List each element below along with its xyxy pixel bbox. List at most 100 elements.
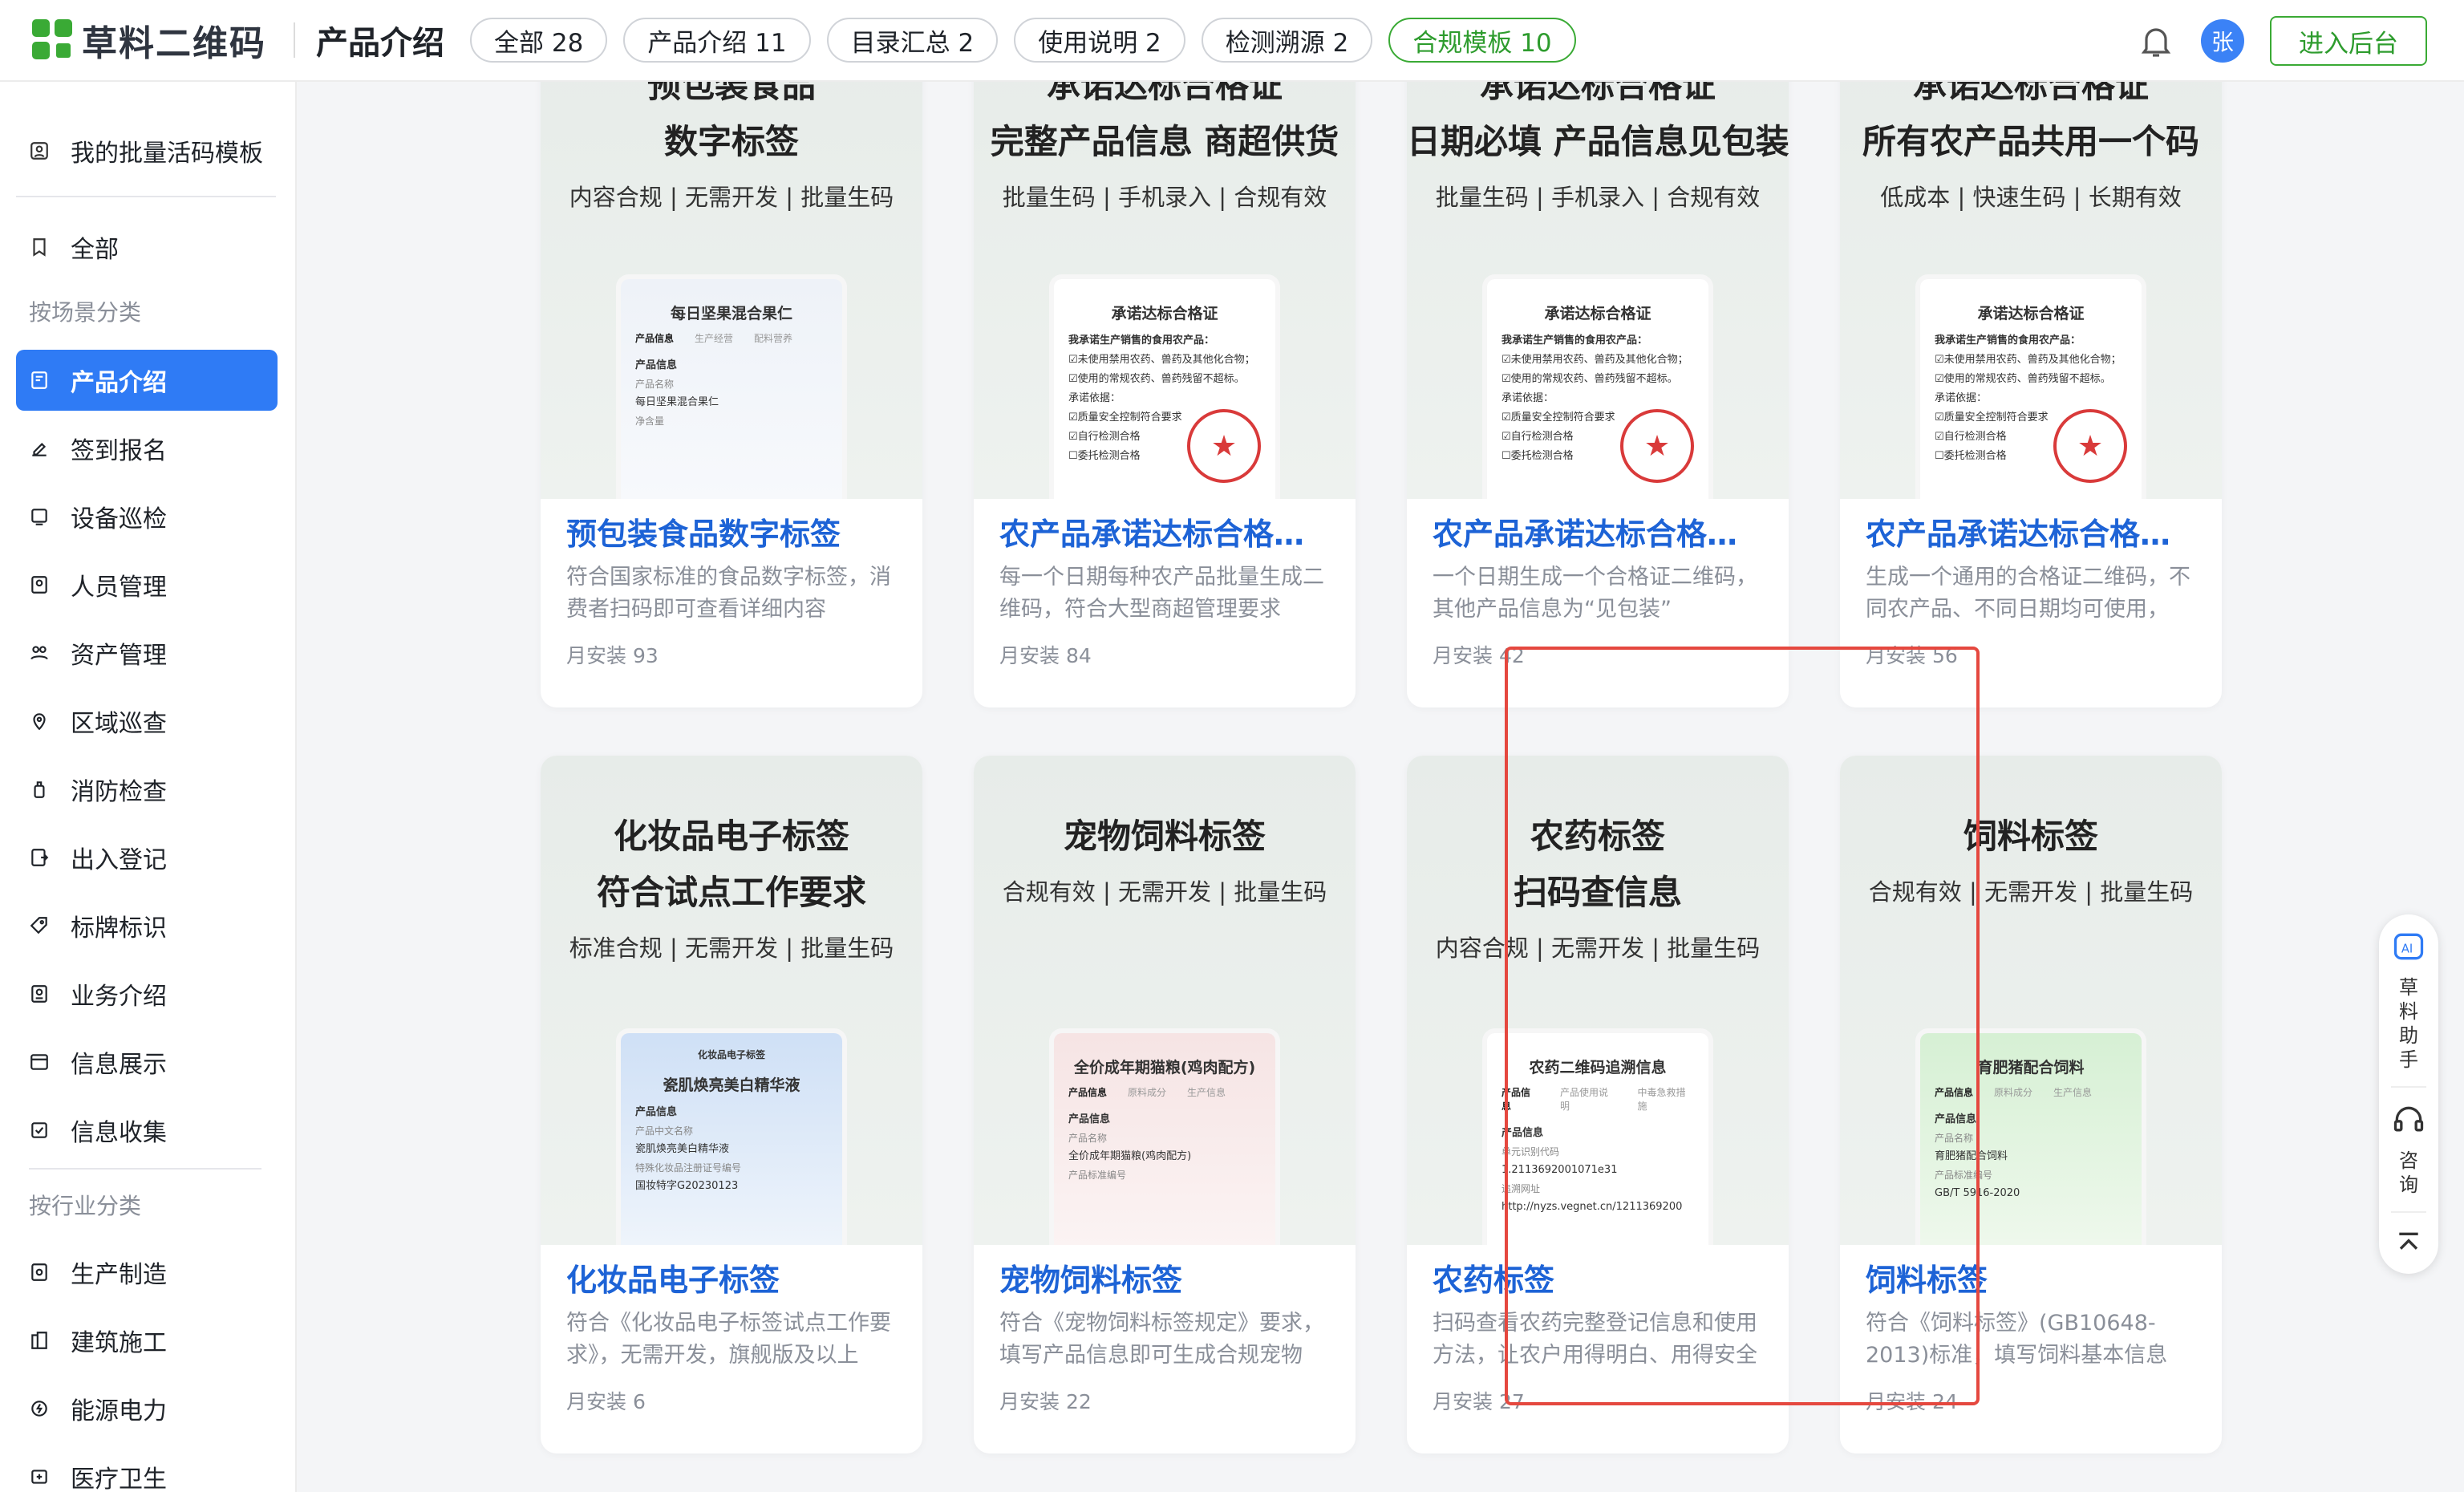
back-to-top-icon — [2399, 1232, 2418, 1250]
card-poster: 饲料标签 合规有效 | 无需开发 | 批量生码 育肥猪配合饲料 产品信息 原料成分 生产信… — [1840, 756, 2222, 1245]
card-install-count: 月安装 6 — [566, 1390, 646, 1413]
poster-headline: 承诺达标合格证 — [1479, 82, 1716, 105]
template-card[interactable]: 农药标签 扫码查信息 内容合规 | 无需开发 | 批量生码 农药二维码追溯信息 产品信息… — [1407, 756, 1789, 1453]
phone-line: 产品名称 — [1935, 1133, 1974, 1144]
entry-icon — [31, 849, 49, 866]
poster-headline: 预包装食品 — [646, 82, 816, 105]
template-card[interactable]: 承诺达标合格证 所有农产品共用一个码 低成本 | 快速生码 | 长期有效 承诺达标合格… — [1840, 82, 2222, 707]
poster-headline: 承诺达标合格证 — [1912, 82, 2149, 105]
tab-product-intro[interactable]: 产品介绍 11 — [623, 18, 811, 63]
card-body: 农产品承诺达标合格证（… 生成一个通用的合格证二维码，不同农产品、不同日期均可使用… — [1840, 512, 2222, 669]
phone-line: ☑未使用禁用农药、兽药及其他化合物； — [1935, 354, 2122, 366]
poster-headline: 符合试点工作要求 — [596, 873, 866, 912]
card-body: 预包装食品数字标签 符合国家标准的食品数字标签，消费者扫码即可查看详细内容 月安装 … — [541, 512, 922, 669]
template-card[interactable]: 化妆品电子标签 符合试点工作要求 标准合规 | 无需开发 | 批量生码 化妆品电子标签… — [541, 756, 922, 1453]
ai-assistant-button[interactable]: AI 草料助手 — [2391, 929, 2426, 1072]
ai-assistant-label: 草料助手 — [2399, 976, 2418, 1071]
float-divider — [2391, 1211, 2426, 1213]
sidebar-item-label: 能源电力 — [71, 1397, 167, 1425]
sidebar-item-all[interactable]: 全部 — [16, 217, 278, 278]
sidebar-item-factory[interactable]: 生产制造 — [16, 1242, 278, 1303]
avatar[interactable]: 张 — [2201, 19, 2244, 63]
template-icon — [30, 142, 48, 160]
card-install-count: 月安装 56 — [1866, 644, 1958, 667]
card-install-count: 月安装 42 — [1433, 644, 1525, 667]
enter-backend-button[interactable]: 进入后台 — [2270, 16, 2427, 66]
logo[interactable]: 草料二维码 — [32, 14, 273, 66]
phone-preview: 育肥猪配合饲料 产品信息 原料成分 生产信息 产品信息 产品名称 育肥猪配合饲料 产品标准编号… — [1915, 1028, 2146, 1245]
phone-preview: 承诺达标合格证 我承诺生产销售的食用农产品： ☑未使用禁用农药、兽药及其他化合物； ☑… — [1482, 274, 1713, 499]
sidebar-item-medical[interactable]: 医疗卫生 — [16, 1446, 278, 1492]
tab-inspection-trace[interactable]: 检测溯源 2 — [1201, 18, 1373, 63]
tab-catalog[interactable]: 目录汇总 2 — [826, 18, 999, 63]
template-card[interactable]: 宠物饲料标签 合规有效 | 无需开发 | 批量生码 全价成年期猫粮(鸡肉配方) 产品信… — [974, 756, 1356, 1453]
phone-line: ☑未使用禁用农药、兽药及其他化合物； — [1502, 354, 1688, 366]
phone-heading: 承诺达标合格证 — [1977, 305, 2085, 322]
sidebar-item-edit[interactable]: 签到报名 — [16, 418, 278, 479]
sidebar-group-scene: 按场景分类 — [29, 299, 142, 326]
business-icon — [31, 985, 47, 1003]
sidebar: 我的批量活码模板 全部 按场景分类 产品介绍签到报名设备巡检人员管理资产管理区域… — [0, 82, 297, 1492]
sidebar-item-label: 我的批量活码模板 — [71, 140, 263, 168]
edit-icon — [32, 443, 47, 456]
phone-tab: 生产信息 — [2053, 1087, 2093, 1098]
sidebar-item-device[interactable]: 设备巡检 — [16, 486, 278, 547]
phone-line: 特殊化妆品注册证号编号 — [635, 1162, 742, 1174]
card-install-count: 月安装 22 — [999, 1390, 1092, 1413]
consult-button[interactable]: 咨询 — [2391, 1102, 2426, 1197]
phone-heading: 全价成年期猫粮(鸡肉配方) — [1073, 1059, 1256, 1076]
sidebar-item-building[interactable]: 建筑施工 — [16, 1310, 278, 1371]
sidebar-item-label: 签到报名 — [71, 437, 167, 465]
card-body: 农产品承诺达标合格证（… 一个日期生成一个合格证二维码，其他产品信息为“见包装” 月… — [1407, 512, 1789, 669]
sidebar-item-fire[interactable]: 消防检查 — [16, 759, 278, 820]
phone-tab: 产品信息 — [1068, 1087, 1108, 1098]
header-actions: 张 进入后台 — [2137, 0, 2427, 82]
phone-line: 追溯网址 — [1502, 1183, 1541, 1194]
doc-icon — [31, 371, 47, 389]
template-card[interactable]: 承诺达标合格证 完整产品信息 商超供货 批量生码 | 手机录入 | 合规有效 承诺达标… — [974, 82, 1356, 707]
sidebar-item-label: 信息展示 — [71, 1051, 167, 1079]
certificate-seal-icon: ★ — [2053, 409, 2127, 483]
top-header: 草料二维码 产品介绍 全部 28 产品介绍 11 目录汇总 2 使用说明 2 检… — [0, 0, 2464, 82]
phone-line: 产品中文名称 — [635, 1125, 694, 1137]
phone-tab: 配料营养 — [754, 333, 793, 344]
phone-heading: 承诺达标合格证 — [1544, 305, 1651, 322]
card-title: 农产品承诺达标合格证（… — [1866, 517, 2196, 552]
sidebar-item-tag[interactable]: 标牌标识 — [16, 895, 278, 956]
back-to-top-button[interactable] — [2393, 1227, 2425, 1259]
phone-line: 产品标准编号 — [1068, 1170, 1127, 1181]
sidebar-item-person[interactable]: 人员管理 — [16, 554, 278, 615]
sidebar-item-business[interactable]: 业务介绍 — [16, 963, 278, 1024]
tab-compliance-templates[interactable]: 合规模板 10 — [1388, 18, 1576, 63]
phone-tabs: 产品信息 原料成分 生产信息 — [1068, 1085, 1261, 1099]
sidebar-item-entry[interactable]: 出入登记 — [16, 827, 278, 888]
consult-label: 咨询 — [2399, 1149, 2418, 1196]
sidebar-item-display[interactable]: 信息展示 — [16, 1032, 278, 1093]
sidebar-item-collect[interactable]: 信息收集 — [16, 1100, 278, 1161]
poster-tags: 标准合规 | 无需开发 | 批量生码 — [569, 935, 894, 962]
phone-tab: 产品使用说明 — [1560, 1087, 1609, 1112]
sidebar-item-my-templates[interactable]: 我的批量活码模板 — [16, 120, 278, 181]
card-title: 农产品承诺达标合格证（… — [999, 517, 1330, 552]
phone-line: ☑未使用禁用农药、兽药及其他化合物； — [1068, 354, 1255, 366]
sidebar-item-label: 设备巡检 — [71, 505, 167, 533]
phone-heading: 瓷肌焕亮美白精华液 — [663, 1076, 800, 1094]
sidebar-item-location[interactable]: 区域巡查 — [16, 691, 278, 752]
template-card[interactable]: 饲料标签 合规有效 | 无需开发 | 批量生码 育肥猪配合饲料 产品信息 原料成分 生产信… — [1840, 756, 2222, 1453]
card-description: 扫码查看农药完整登记信息和使用方法，让农户用得明白、用得安全 — [1433, 1311, 1757, 1368]
card-install-count: 月安装 27 — [1433, 1390, 1525, 1413]
card-description: 每一个日期每种农产品批量生成二维码，符合大型商超管理要求 — [999, 565, 1324, 622]
bell-icon[interactable] — [2137, 22, 2175, 60]
template-grid: 预包装食品 数字标签 内容合规 | 无需开发 | 批量生码 每日坚果混合果仁 产品信息生… — [298, 82, 2464, 1492]
sidebar-item-power[interactable]: 能源电力 — [16, 1378, 278, 1439]
template-card[interactable]: 预包装食品 数字标签 内容合规 | 无需开发 | 批量生码 每日坚果混合果仁 产品信息生… — [541, 82, 922, 707]
phone-preview: 每日坚果混合果仁 产品信息 生产经营 配料营养 产品信息 产品名称 每日坚果混合果仁 净含量 — [616, 274, 847, 499]
poster-tags: 合规有效 | 无需开发 | 批量生码 — [1868, 878, 2194, 906]
sidebar-item-doc[interactable]: 产品介绍 — [16, 350, 278, 411]
sidebar-item-asset[interactable]: 资产管理 — [16, 622, 278, 683]
template-card[interactable]: 承诺达标合格证 日期必填 产品信息见包装 批量生码 | 手机录入 | 合规有效 承诺达… — [1407, 82, 1789, 707]
tab-instructions[interactable]: 使用说明 2 — [1014, 18, 1185, 63]
phone-tab: 生产经营 — [695, 333, 734, 344]
tab-all[interactable]: 全部 28 — [470, 18, 608, 63]
phone-tab: 产品信息 — [1935, 1087, 1974, 1098]
